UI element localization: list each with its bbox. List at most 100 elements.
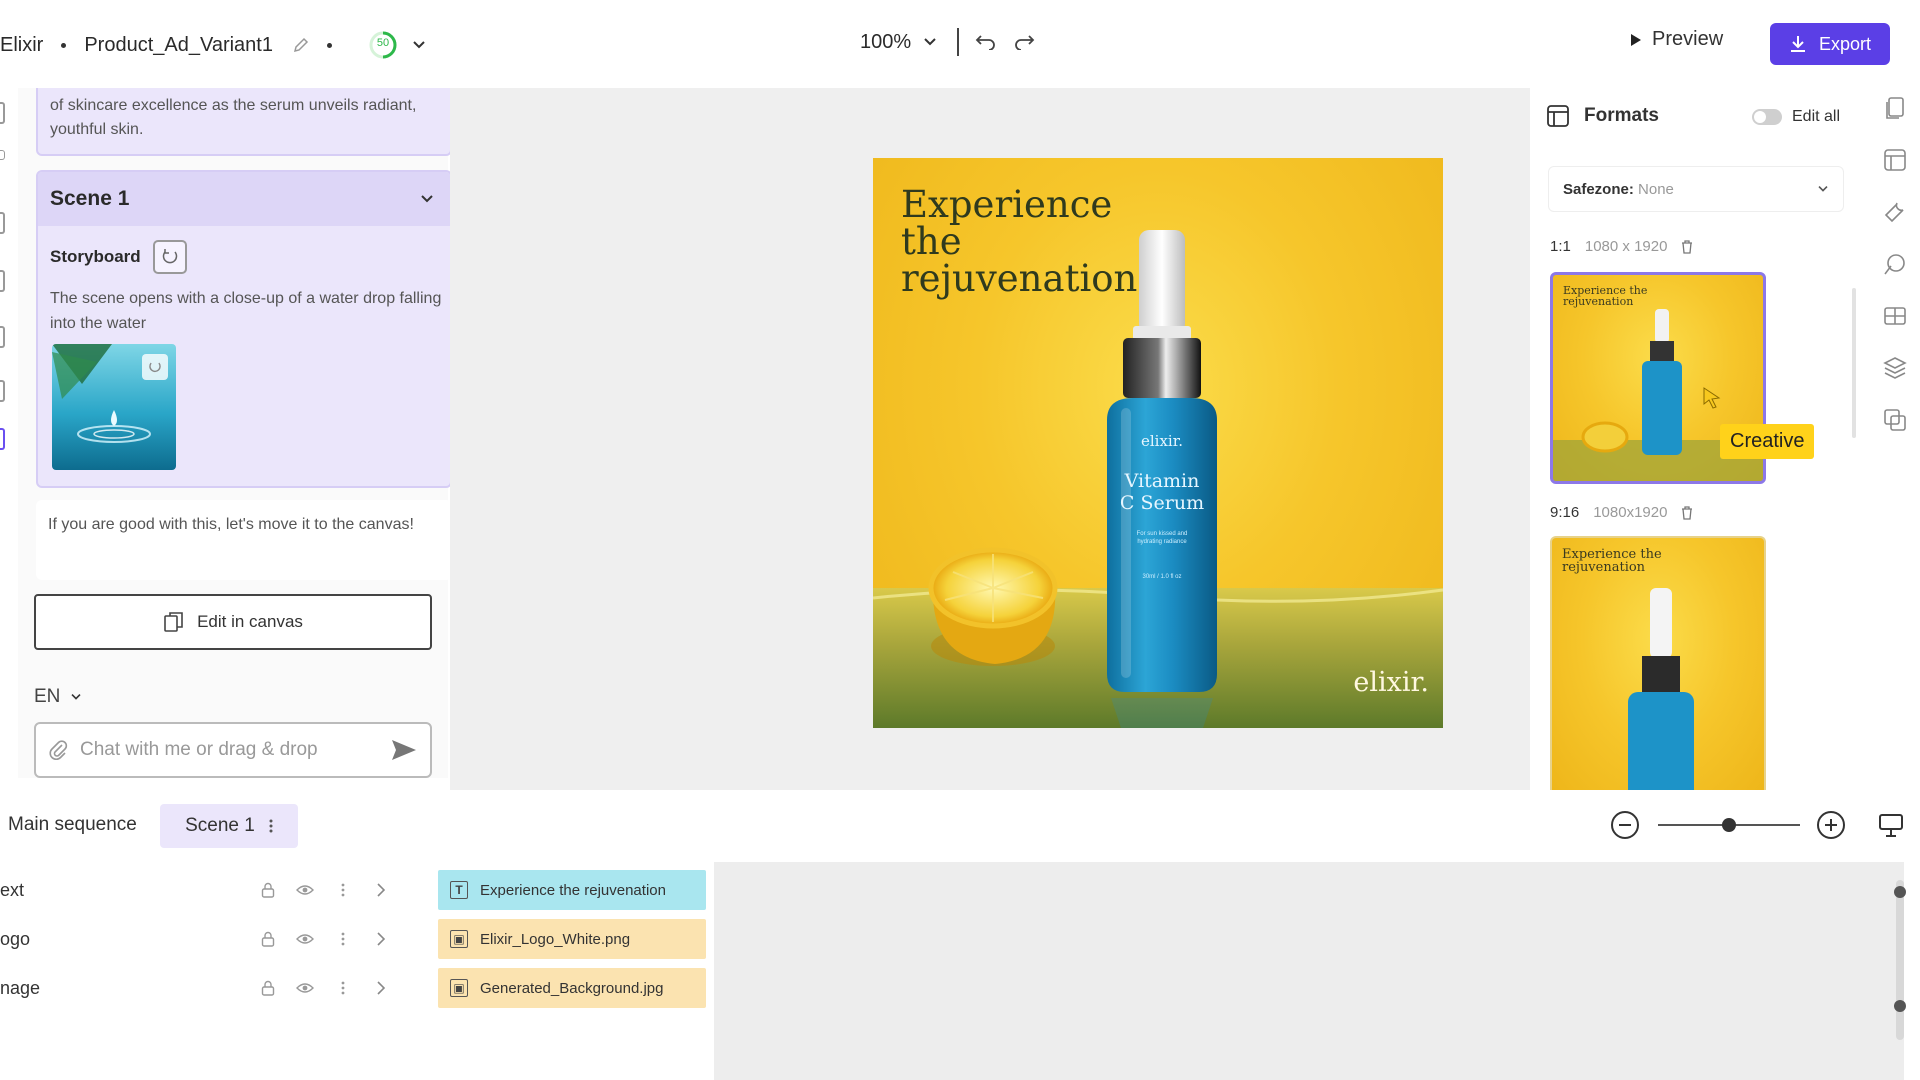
redo-icon[interactable]: [1013, 34, 1035, 50]
more-vertical-icon[interactable]: [324, 932, 362, 946]
app-name[interactable]: Elixir: [0, 34, 43, 57]
rail-tool-icon[interactable]: [0, 326, 5, 348]
ad-headline[interactable]: Experience the rejuvenation: [901, 186, 1181, 297]
zoom-in-icon[interactable]: [1816, 810, 1846, 840]
formats-header: Formats: [1546, 104, 1659, 128]
more-vertical-icon[interactable]: [324, 981, 362, 995]
safezone-select[interactable]: Safezone: None: [1548, 166, 1844, 212]
left-tool-rail: [0, 90, 10, 470]
creative-tooltip: Creative: [1720, 424, 1815, 459]
ad-logo[interactable]: elixir.: [1353, 667, 1429, 698]
timeline-layer-row[interactable]: nage: [0, 968, 400, 1008]
scroll-knob-top[interactable]: [1894, 886, 1906, 898]
timeline-clip[interactable]: ▣ Elixir_Logo_White.png: [438, 919, 706, 959]
safezone-value: None: [1638, 180, 1674, 198]
rail-tool-icon[interactable]: [0, 270, 5, 292]
pages-icon[interactable]: [1883, 96, 1907, 120]
canvas-area[interactable]: Experience the rejuvenation elixir. Vita…: [450, 88, 1530, 790]
trash-icon[interactable]: [1681, 239, 1693, 254]
chevron-down-icon[interactable]: [412, 40, 426, 50]
lock-icon[interactable]: [249, 931, 287, 947]
edit-in-canvas-button[interactable]: Edit in canvas: [34, 594, 432, 650]
timeline-track-area[interactable]: [714, 862, 1904, 1080]
formats-title: Formats: [1584, 105, 1659, 126]
toggle-switch[interactable]: [1752, 109, 1782, 125]
rail-tool-icon[interactable]: [0, 102, 5, 124]
rail-tool-icon[interactable]: [0, 212, 5, 234]
chat-panel: of skincare excellence as the serum unve…: [18, 88, 452, 778]
timeline-clip[interactable]: ▣ Generated_Background.jpg: [438, 968, 706, 1008]
undo-icon[interactable]: [975, 34, 997, 50]
language-select[interactable]: EN: [34, 686, 82, 708]
timeline-layer-row[interactable]: ext: [0, 870, 400, 910]
timeline-scrollbar[interactable]: [1894, 880, 1906, 1040]
formats-panel: Formats Edit all Safezone: None 1:1 1080…: [1530, 88, 1856, 790]
text-type-icon: T: [450, 881, 468, 899]
scene-card: Scene 1 Storyboard The scene opens with …: [36, 170, 452, 488]
edit-in-canvas-label: Edit in canvas: [197, 612, 303, 631]
lock-icon[interactable]: [249, 980, 287, 996]
zoom-slider[interactable]: [1658, 818, 1800, 832]
rail-tool-icon-active[interactable]: [0, 428, 5, 450]
zoom-level[interactable]: 100%: [860, 31, 911, 54]
layout-icon[interactable]: [1883, 148, 1907, 172]
layer-name: nage: [0, 977, 41, 998]
bottle-brand: elixir.: [1140, 432, 1184, 450]
rail-tool-icon[interactable]: [0, 380, 5, 402]
edit-all-toggle[interactable]: Edit all: [1752, 108, 1840, 126]
export-label: Export: [1818, 33, 1872, 54]
timeline-clip[interactable]: T Experience the rejuvenation: [438, 870, 706, 910]
storyboard-row: Storyboard: [50, 240, 187, 274]
format-thumbnail-9x16[interactable]: Experience the rejuvenation: [1550, 536, 1766, 790]
regenerate-icon[interactable]: [152, 240, 187, 274]
paperclip-icon[interactable]: [48, 739, 68, 761]
credits-count: 50: [376, 37, 390, 49]
send-icon[interactable]: [390, 738, 418, 762]
eye-icon[interactable]: [287, 933, 325, 945]
format-size: 1080x1920: [1593, 504, 1668, 521]
lock-icon[interactable]: [249, 882, 287, 898]
layers-icon[interactable]: [1883, 356, 1907, 380]
main-sequence-tab[interactable]: Main sequence: [8, 814, 137, 836]
pencil-icon[interactable]: [293, 37, 309, 53]
thumbnail-regenerate-icon[interactable]: [142, 354, 168, 380]
format-ratio: 1:1: [1550, 238, 1571, 255]
timeline-layer-row[interactable]: ogo: [0, 919, 400, 959]
scene-title: Scene 1: [50, 187, 130, 210]
chat-input[interactable]: [80, 739, 378, 761]
more-vertical-icon[interactable]: [324, 883, 362, 897]
wrench-icon[interactable]: [1883, 200, 1907, 224]
project-name[interactable]: Product_Ad_Variant1: [84, 34, 273, 57]
chevron-down-icon[interactable]: [420, 194, 434, 204]
rail-tool-icon[interactable]: [0, 150, 5, 160]
scroll-knob-bottom[interactable]: [1894, 1000, 1906, 1012]
export-button[interactable]: Export: [1770, 23, 1890, 65]
formats-scrollbar[interactable]: [1852, 288, 1856, 438]
chevron-right-icon[interactable]: [362, 932, 400, 946]
storyboard-label: Storyboard: [50, 247, 141, 266]
format-ratio: 9:16: [1550, 504, 1580, 521]
play-icon: [1630, 33, 1642, 47]
chevron-down-icon[interactable]: [923, 37, 937, 47]
ad-artboard[interactable]: Experience the rejuvenation elixir. Vita…: [873, 158, 1443, 728]
zoom-slider-knob[interactable]: [1722, 818, 1736, 832]
timeline-zoom-control: [1610, 810, 1904, 840]
fit-screen-icon[interactable]: [1878, 812, 1904, 838]
eye-icon[interactable]: [287, 982, 325, 994]
chevron-right-icon[interactable]: [362, 883, 400, 897]
preview-button[interactable]: Preview: [1630, 28, 1723, 51]
credits-ring[interactable]: 50: [368, 30, 398, 60]
eye-icon[interactable]: [287, 884, 325, 896]
trash-icon[interactable]: [1681, 505, 1693, 520]
duplicate-icon[interactable]: [1883, 408, 1907, 432]
chevron-right-icon[interactable]: [362, 981, 400, 995]
zoom-out-icon[interactable]: [1610, 810, 1640, 840]
grid-icon[interactable]: [1883, 304, 1907, 328]
edit-all-label: Edit all: [1792, 108, 1841, 125]
scene-header[interactable]: Scene 1: [38, 172, 450, 226]
scene-tab[interactable]: Scene 1: [160, 804, 298, 848]
format-label: 9:16 1080x1920: [1550, 504, 1693, 521]
storyboard-thumbnail[interactable]: [52, 344, 176, 470]
more-vertical-icon[interactable]: [269, 819, 273, 833]
shapes-icon[interactable]: [1883, 252, 1907, 276]
